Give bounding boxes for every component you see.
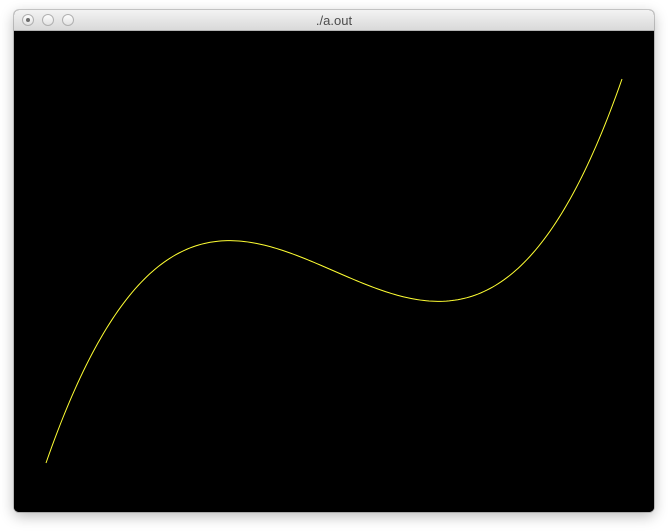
drawing-canvas xyxy=(14,31,654,512)
curve-plot xyxy=(14,31,654,512)
cubic-curve xyxy=(45,78,623,464)
title-bar[interactable]: ./a.out xyxy=(14,10,654,31)
app-window: ./a.out xyxy=(14,10,654,512)
window-title: ./a.out xyxy=(315,13,353,28)
